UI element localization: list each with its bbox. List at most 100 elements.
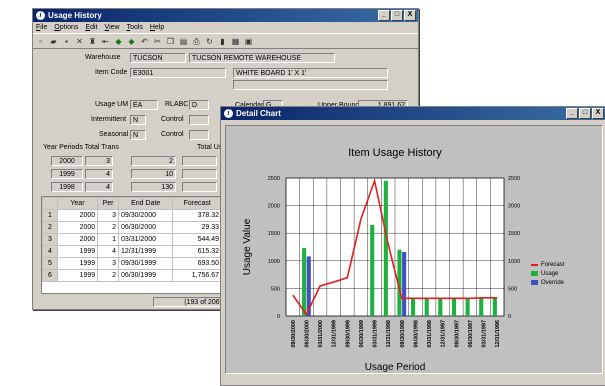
notes-icon[interactable]: ▦ [231, 37, 240, 46]
attach-icon[interactable]: ▮ [218, 37, 227, 46]
cell-year: 2000 [56, 221, 99, 234]
grid-header-year[interactable]: Year [56, 197, 99, 210]
year-field[interactable]: 1999 [51, 169, 83, 179]
delete-icon[interactable]: ✕ [75, 37, 84, 46]
periods-field[interactable]: 4 [85, 169, 113, 179]
report-icon[interactable]: ▣ [244, 37, 253, 46]
item-description-line2[interactable] [233, 80, 388, 90]
usage-chart: Item Usage History Usage Period Usage Valu… [242, 147, 520, 373]
usage-history-titlebar[interactable]: i Usage History _ □ X [33, 9, 418, 22]
x-tick-label: 03/31/1998 [427, 320, 433, 348]
refresh-icon[interactable]: ↻ [205, 37, 214, 46]
prev-icon[interactable]: ◆ [114, 37, 123, 46]
menu-view[interactable]: View [105, 24, 120, 31]
year-field[interactable]: 1998 [51, 182, 83, 192]
total-usage-header: Total Us [197, 144, 223, 151]
window-title: Usage History [48, 11, 102, 20]
legend-swatch-usage [531, 271, 538, 276]
x-tick-label: 06/30/2000 [304, 320, 310, 348]
grid-header-end-date[interactable]: End Date [117, 197, 174, 210]
legend-label-override: Override [541, 279, 565, 286]
warehouse-code-field[interactable]: TUCSON [130, 53, 186, 63]
cell-per: 3 [97, 257, 119, 270]
trans-field[interactable]: 2 [131, 156, 176, 166]
usage-bar [411, 298, 416, 316]
close-button[interactable]: X [404, 10, 416, 21]
y-tick-label-left: 500 [271, 286, 280, 292]
legend-label-forecast: Forecast [541, 261, 565, 268]
open-icon[interactable]: ▰ [49, 37, 58, 46]
cut-icon[interactable]: ✂ [153, 37, 162, 46]
cell-year: 1999 [56, 245, 99, 258]
cell-end-date: 09/30/1999 [117, 257, 174, 270]
cell-year: 1999 [56, 269, 99, 282]
menu-help[interactable]: Help [150, 24, 164, 31]
minimize-button[interactable]: _ [378, 10, 390, 21]
menu-options[interactable]: Options [54, 24, 78, 31]
menu-tools[interactable]: Tools [127, 24, 143, 31]
detail-chart-titlebar[interactable]: i Detail Chart _ □ X [221, 107, 605, 120]
grid-header-per[interactable]: Per [97, 197, 119, 210]
rlabc-label: RLABC [165, 101, 189, 108]
chart-maximize-button[interactable]: □ [579, 108, 591, 119]
total-usage-field[interactable] [182, 156, 217, 166]
control2-field[interactable] [189, 130, 209, 140]
table-row[interactable]: 5 1999 3 09/30/1999 693.50 [42, 257, 222, 270]
new-icon[interactable]: ▫ [36, 37, 45, 46]
x-tick-label: 03/31/1999 [373, 320, 379, 348]
legend-swatch-forecast [531, 263, 538, 266]
trans-field[interactable]: 130 [131, 182, 176, 192]
undo-icon[interactable]: ↶ [140, 37, 149, 46]
table-row[interactable]: 4 1999 4 12/31/1999 615.32 [42, 245, 222, 258]
intermittent-field[interactable]: N [130, 115, 146, 125]
next-icon[interactable]: ◆ [127, 37, 136, 46]
usage-um-field[interactable]: EA [130, 100, 158, 110]
table-row[interactable]: 2 2000 2 06/30/2000 29.33 [42, 221, 222, 234]
y-axis-label: Usage Value [242, 218, 253, 275]
usage-bar [479, 297, 484, 316]
trans-field[interactable]: 10 [131, 169, 176, 179]
control-field[interactable] [189, 115, 209, 125]
table-row[interactable]: 6 1999 2 06/30/1999 1,756.67 [42, 269, 222, 282]
item-code-field[interactable]: E3001 [130, 68, 226, 78]
y-tick-label-left: 1500 [268, 231, 280, 237]
periods-field[interactable]: 4 [85, 182, 113, 192]
chart-legend: Forecast Usage Override [531, 260, 564, 287]
cell-forecast: 693.50 [172, 257, 222, 270]
chart-minimize-button[interactable]: _ [566, 108, 578, 119]
periods-field[interactable]: 3 [85, 156, 113, 166]
maximize-button[interactable]: □ [391, 10, 403, 21]
menu-edit[interactable]: Edit [85, 24, 97, 31]
cell-per: 3 [97, 209, 119, 222]
grid-header-forecast[interactable]: Forecast [172, 197, 222, 210]
usage-bar [383, 180, 388, 316]
seasonal-field[interactable]: N [130, 130, 146, 140]
control2-label: Control [161, 131, 184, 138]
paste-icon[interactable]: ▤ [179, 37, 188, 46]
legend-forecast: Forecast [531, 260, 564, 269]
detail-chart-window: i Detail Chart _ □ X Item Usage History U… [220, 106, 605, 386]
cell-end-date: 06/30/2000 [117, 221, 174, 234]
total-usage-field[interactable] [182, 182, 217, 192]
item-description-field[interactable]: WHITE BOARD 1' X 1' [233, 68, 388, 78]
table-row[interactable]: 1 2000 3 09/30/2000 378.32 [42, 209, 222, 222]
warehouse-name-field[interactable]: TUCSON REMOTE WAREHOUSE [189, 53, 335, 63]
rlabc-field[interactable]: D [189, 100, 209, 110]
save-icon[interactable]: ▪ [62, 37, 71, 46]
cell-forecast: 544.49 [172, 233, 222, 246]
y-tick-label-right: 2500 [508, 176, 520, 182]
year-field[interactable]: 2000 [51, 156, 83, 166]
y-tick-label-right: 2000 [508, 204, 520, 210]
preview-icon[interactable]: ⎙ [192, 37, 201, 46]
total-usage-field[interactable] [182, 169, 217, 179]
chart-close-button[interactable]: X [592, 108, 604, 119]
find-icon[interactable]: ♜ [88, 37, 97, 46]
menu-file[interactable]: File [36, 24, 47, 31]
copy-icon[interactable]: ❐ [166, 37, 175, 46]
first-icon[interactable]: ⇤ [101, 37, 110, 46]
x-tick-label: 03/31/1997 [482, 320, 488, 348]
year-periods-header: Year Periods Total Trans [43, 144, 119, 151]
usage-grid[interactable]: Year Per End Date Forecast 1 2000 3 09/3… [41, 196, 223, 294]
table-row[interactable]: 3 2000 1 03/31/2000 544.49 [42, 233, 222, 246]
cell-forecast: 615.32 [172, 245, 222, 258]
